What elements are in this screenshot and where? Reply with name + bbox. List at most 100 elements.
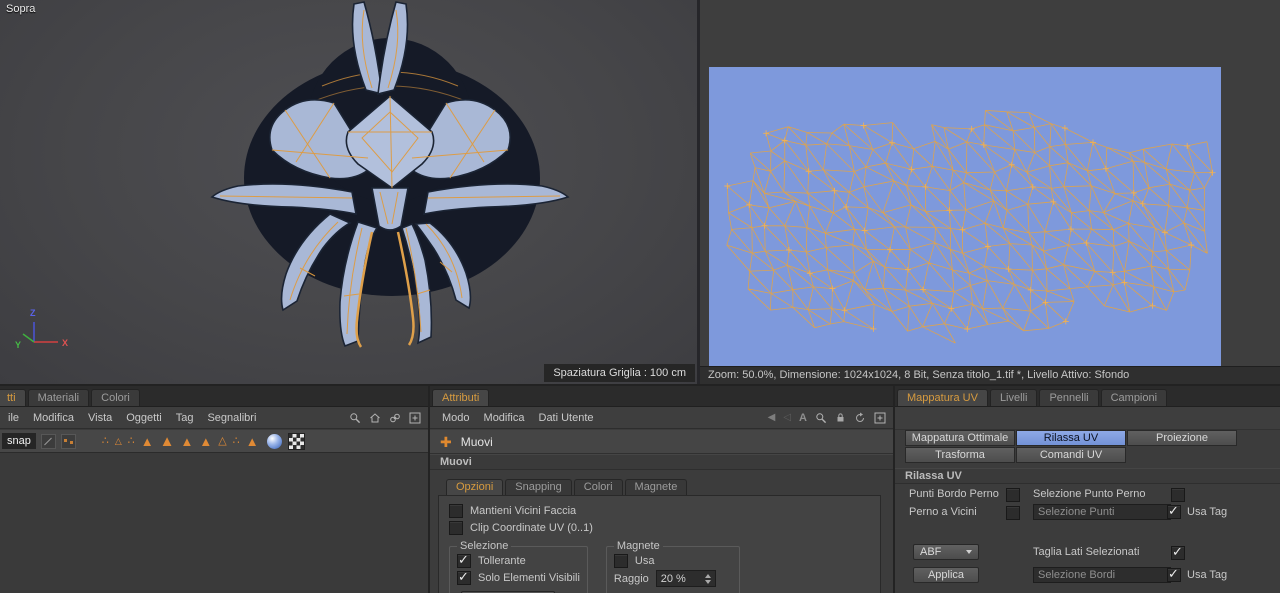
attributes-menubar: Modo Modifica Dati Utente ◀ ◁ A bbox=[430, 407, 893, 429]
history-forward-icon[interactable]: ◁ bbox=[783, 412, 791, 423]
material-dots-icon[interactable]: ∴ bbox=[102, 435, 109, 447]
mappatura-ottimale-button[interactable]: Mappatura Ottimale bbox=[905, 430, 1015, 446]
section-header-rilassa-uv[interactable]: Rilassa UV bbox=[895, 468, 1280, 484]
menu-tag[interactable]: Tag bbox=[169, 412, 201, 424]
applica-button[interactable]: Applica bbox=[913, 567, 979, 583]
objects-panel-menubar: ile Modifica Vista Oggetti Tag Segnalibr… bbox=[0, 407, 428, 429]
tab-pennelli[interactable]: Pennelli bbox=[1039, 389, 1099, 406]
material-triangle-icon[interactable]: ▲ bbox=[246, 435, 259, 448]
label-tollerante: Tollerante bbox=[478, 554, 526, 567]
tab-oggetti[interactable]: tti bbox=[0, 389, 26, 406]
model-wireframe[interactable] bbox=[0, 0, 697, 384]
search-icon[interactable] bbox=[815, 412, 827, 424]
material-dots-icon[interactable]: ∴ bbox=[128, 435, 135, 447]
menu-file[interactable]: ile bbox=[1, 412, 26, 424]
checkbox-perno-a-vicini[interactable] bbox=[1006, 506, 1020, 520]
tab-colori-opt[interactable]: Colori bbox=[573, 479, 623, 495]
checkbox-usa-tag-bordi[interactable] bbox=[1167, 566, 1181, 582]
raggio-value-field[interactable]: 20 % bbox=[655, 570, 716, 587]
material-triangle-icon[interactable]: ▲ bbox=[199, 435, 212, 448]
history-back-icon[interactable]: ◀ bbox=[768, 412, 776, 423]
options-content: Mantieni Vicini Faccia Clip Coordinate U… bbox=[438, 495, 881, 593]
materials-row: snap ∴ △ ∴ ▲ ▲ ▲ ▲ △ ∴ ▲ bbox=[0, 430, 428, 453]
texture-checker-thumbnail[interactable] bbox=[287, 432, 305, 450]
group-magnete-title: Magnete bbox=[616, 540, 660, 552]
frame-plus-icon[interactable] bbox=[409, 412, 421, 424]
checkbox-tollerante[interactable] bbox=[457, 552, 471, 568]
material-triangle-icon[interactable]: ▲ bbox=[141, 435, 154, 448]
checkbox-usa[interactable] bbox=[613, 553, 628, 568]
tab-magnete[interactable]: Magnete bbox=[624, 479, 688, 495]
tab-materiali[interactable]: Materiali bbox=[27, 389, 90, 406]
filter-icon[interactable] bbox=[40, 433, 56, 449]
selezione-punti-field[interactable]: Selezione Punti bbox=[1033, 504, 1171, 520]
checkbox-mantieni-vicini[interactable] bbox=[449, 503, 463, 518]
section-header-muovi[interactable]: Muovi bbox=[430, 454, 893, 470]
menu-segnalibri[interactable]: Segnalibri bbox=[200, 412, 263, 424]
menu-modo[interactable]: Modo bbox=[435, 412, 477, 424]
tab-colori[interactable]: Colori bbox=[91, 389, 140, 406]
chevron-down-icon bbox=[966, 550, 972, 554]
refresh-icon[interactable] bbox=[854, 412, 866, 424]
attributes-panel: Attributi Modo Modifica Dati Utente ◀ ◁ … bbox=[430, 386, 893, 593]
viewport-3d[interactable]: Sopra Z X Y Spaziatura Griglia : 100 cm bbox=[0, 0, 697, 384]
checkbox-solo-visibili[interactable] bbox=[457, 569, 471, 585]
menu-oggetti[interactable]: Oggetti bbox=[119, 412, 168, 424]
proiezione-button[interactable]: Proiezione bbox=[1127, 430, 1237, 446]
label-usa: Usa bbox=[634, 554, 655, 567]
lock-icon[interactable] bbox=[835, 412, 846, 423]
algorithm-dropdown[interactable]: ABF bbox=[913, 544, 979, 560]
menu-vista[interactable]: Vista bbox=[81, 412, 119, 424]
material-triangle-icon[interactable]: ▲ bbox=[181, 435, 194, 448]
comandi-uv-button[interactable]: Comandi UV bbox=[1016, 447, 1126, 463]
search-icon[interactable] bbox=[349, 412, 361, 424]
home-icon[interactable] bbox=[369, 412, 381, 424]
material-sphere-thumbnail[interactable] bbox=[266, 433, 282, 449]
grid-spacing-label: Spaziatura Griglia : 100 cm bbox=[544, 364, 695, 382]
material-dots-icon[interactable]: ∴ bbox=[233, 435, 240, 447]
objects-panel-tabbar: tti Materiali Colori bbox=[0, 386, 428, 407]
rilassa-uv-button[interactable]: Rilassa UV bbox=[1016, 430, 1126, 446]
label-solo-visibili: Solo Elementi Visibili bbox=[478, 571, 580, 584]
tab-livelli[interactable]: Livelli bbox=[989, 389, 1038, 406]
checkbox-usa-tag-punti[interactable] bbox=[1167, 503, 1181, 519]
tab-snapping[interactable]: Snapping bbox=[505, 479, 572, 495]
material-triangle-icon[interactable]: △ bbox=[218, 435, 226, 447]
label-selezione-punto-perno: Selezione Punto Perno bbox=[1033, 488, 1146, 500]
raggio-spinner[interactable] bbox=[704, 573, 711, 584]
tab-attributi[interactable]: Attributi bbox=[432, 389, 490, 406]
label-mantieni-vicini: Mantieni Vicini Faccia bbox=[470, 504, 577, 517]
uv-status-bar: Zoom: 50.0%, Dimensione: 1024x1024, 8 Bi… bbox=[700, 366, 1280, 384]
options-tabs: Opzioni Snapping Colori Magnete bbox=[446, 479, 689, 495]
snap-label[interactable]: snap bbox=[2, 433, 36, 449]
menu-modifica-attr[interactable]: Modifica bbox=[477, 412, 532, 424]
checkbox-punti-bordo-perno[interactable] bbox=[1006, 488, 1020, 502]
tab-mappatura-uv[interactable]: Mappatura UV bbox=[897, 389, 988, 406]
attributes-tabbar: Attributi bbox=[430, 386, 893, 407]
menu-dati-utente[interactable]: Dati Utente bbox=[532, 412, 601, 424]
checkbox-clip-uv[interactable] bbox=[449, 520, 463, 535]
link-icon[interactable] bbox=[389, 412, 401, 424]
active-tool-row: ✚ Muovi bbox=[430, 430, 893, 454]
selezione-bordi-field[interactable]: Selezione Bordi bbox=[1033, 567, 1171, 583]
checkbox-selezione-punto-perno[interactable] bbox=[1171, 488, 1185, 502]
label-usa-tag-punti: Usa Tag bbox=[1187, 506, 1228, 518]
menu-modifica[interactable]: Modifica bbox=[26, 412, 81, 424]
material-triangle-icon[interactable]: ▲ bbox=[160, 434, 175, 449]
letter-a-icon[interactable]: A bbox=[799, 412, 807, 424]
material-triangle-icon[interactable]: △ bbox=[115, 436, 122, 446]
svg-text:Y: Y bbox=[15, 340, 21, 350]
label-taglia-lati: Taglia Lati Selezionati bbox=[1033, 546, 1140, 558]
uv-texture-canvas[interactable] bbox=[709, 67, 1221, 366]
app-window: Sopra Z X Y Spaziatura Griglia : 100 cm … bbox=[0, 0, 1280, 593]
uv-editor-viewport[interactable] bbox=[700, 0, 1280, 366]
layer-dots-icon[interactable] bbox=[60, 433, 76, 449]
objects-panel: tti Materiali Colori ile Modifica Vista … bbox=[0, 386, 428, 593]
trasforma-button[interactable]: Trasforma bbox=[905, 447, 1015, 463]
tab-campioni[interactable]: Campioni bbox=[1100, 389, 1168, 406]
checkbox-taglia-lati[interactable] bbox=[1171, 544, 1185, 560]
uv-mapping-panel: Mappatura UV Livelli Pennelli Campioni M… bbox=[895, 386, 1280, 593]
active-tool-name: Muovi bbox=[460, 434, 493, 449]
frame-plus-icon[interactable] bbox=[874, 412, 886, 424]
tab-opzioni[interactable]: Opzioni bbox=[446, 479, 504, 495]
